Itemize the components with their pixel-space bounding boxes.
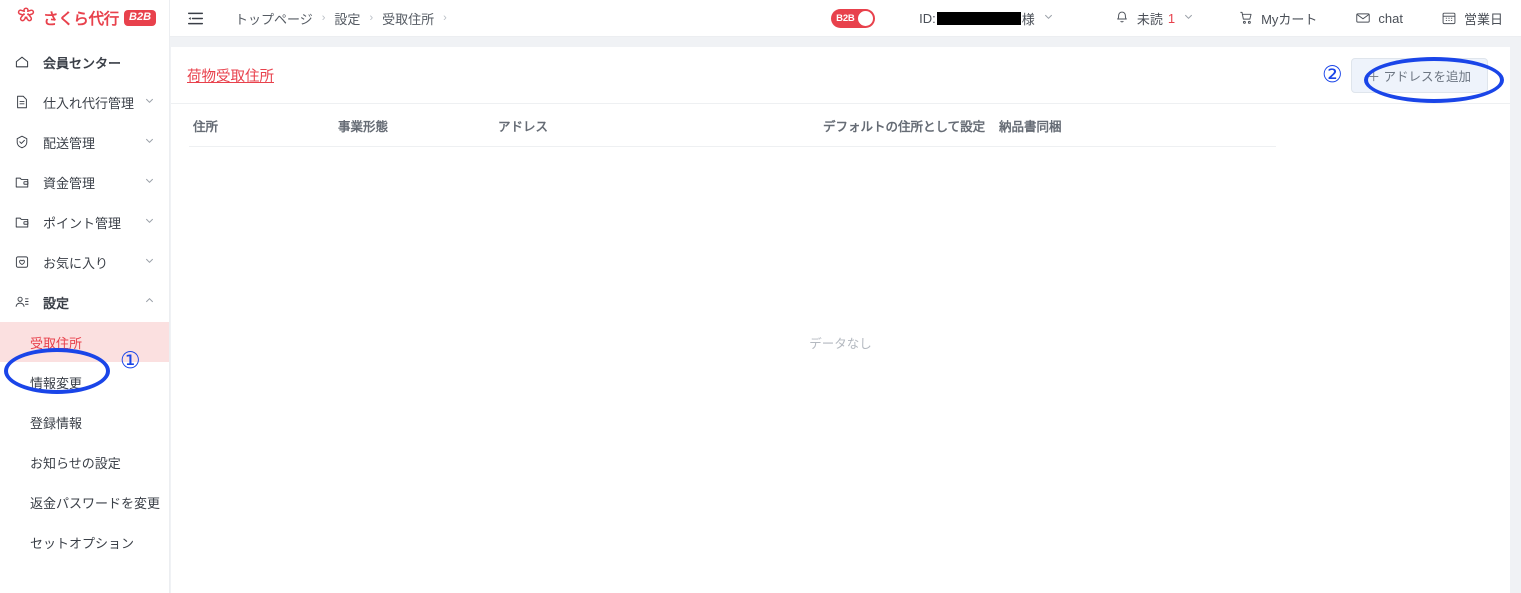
address-table: 住所 事業形態 アドレス デフォルトの住所として設定 納品書同梱 データなし xyxy=(171,104,1510,537)
b2b-toggle-label: B2B xyxy=(836,12,855,24)
chevron-up-icon xyxy=(144,295,155,309)
breadcrumb: トップページ › 設定 › 受取住所 › xyxy=(235,9,456,28)
notifications-count: 1 xyxy=(1167,10,1176,26)
sidebar-item-label: 資金管理 xyxy=(43,175,96,191)
main-content: 荷物受取住所 ＋ アドレスを追加 住所 事業形態 アドレス デフォルトの住所とし… xyxy=(170,37,1521,593)
account-honorific: 様 xyxy=(1021,11,1035,27)
page-title[interactable]: 荷物受取住所 xyxy=(187,65,274,86)
chat-label: chat xyxy=(1378,10,1403,26)
hamburger-menu-icon[interactable] xyxy=(185,8,205,28)
sidebar-item-shipping[interactable]: 配送管理 xyxy=(0,122,169,162)
breadcrumb-item-1[interactable]: 設定 xyxy=(334,9,360,28)
sidebar-item-favorites[interactable]: お気に入り xyxy=(0,242,169,282)
wallet-folder-icon xyxy=(14,174,32,190)
chevron-down-icon xyxy=(1183,11,1194,25)
sidebar-item-funds[interactable]: 資金管理 xyxy=(0,162,169,202)
chevron-down-icon xyxy=(144,215,155,229)
sidebar-item-member-center[interactable]: 会員センター xyxy=(0,42,169,82)
sidebar-subitem-label: 情報変更 xyxy=(30,375,83,391)
toggle-knob-icon xyxy=(858,10,874,26)
header-right-cluster: B2B ID: 様 未読 1 Myカート chat 営業日 xyxy=(831,0,1521,37)
brand-name: さくら代行 xyxy=(43,11,120,28)
sidebar-item-label: ポイント管理 xyxy=(43,215,122,231)
table-column-invoice-enclosed: 納品書同梱 xyxy=(999,119,1062,134)
address-card: 荷物受取住所 ＋ アドレスを追加 住所 事業形態 アドレス デフォルトの住所とし… xyxy=(171,47,1510,593)
account-menu[interactable]: ID: 様 xyxy=(919,9,1054,28)
chevron-down-icon xyxy=(144,255,155,269)
table-header-row: 住所 事業形態 アドレス デフォルトの住所として設定 納品書同梱 xyxy=(171,104,1510,146)
card-header-actions: ＋ アドレスを追加 xyxy=(1350,57,1488,93)
breadcrumb-item-0[interactable]: トップページ xyxy=(235,9,313,28)
chevron-down-icon xyxy=(144,95,155,109)
sidebar-item-settings[interactable]: 設定 xyxy=(0,282,169,322)
chevron-down-icon xyxy=(144,135,155,149)
sidebar-subitem-set-options[interactable]: セットオプション xyxy=(0,522,169,562)
table-empty-state: データなし xyxy=(171,147,1510,537)
sidebar-subitem-registration-info[interactable]: 登録情報 xyxy=(0,402,169,442)
chat-button[interactable]: chat xyxy=(1355,10,1403,26)
chevron-down-icon xyxy=(144,175,155,189)
sidebar-item-purchasing-agency[interactable]: 仕入れ代行管理 xyxy=(0,82,169,122)
account-id-redacted xyxy=(936,11,1021,25)
add-address-button[interactable]: ＋ アドレスを追加 xyxy=(1350,57,1488,93)
sidebar-subitem-label: 受取住所 xyxy=(30,335,83,351)
sakura-blossom-icon xyxy=(14,6,38,30)
sidebar-item-label: お気に入り xyxy=(43,255,109,271)
calendar-icon xyxy=(1441,10,1457,26)
breadcrumb-separator: › xyxy=(321,12,326,24)
business-day-button[interactable]: 営業日 xyxy=(1441,9,1503,28)
wallet-folder-icon xyxy=(14,214,32,230)
home-icon xyxy=(14,54,32,70)
business-day-label: 営業日 xyxy=(1463,11,1503,27)
sidebar-nav: 会員センター 仕入れ代行管理 配送管理 資金管理 ポイント管理 お気に入り 設定… xyxy=(0,37,170,593)
sidebar-subitem-label: お知らせの設定 xyxy=(30,455,121,471)
b2b-mode-toggle[interactable]: B2B xyxy=(831,8,876,28)
brand-logo-area[interactable]: さくら代行 B2B xyxy=(0,0,170,37)
my-cart-label: Myカート xyxy=(1261,11,1318,27)
table-column-email: アドレス xyxy=(498,119,549,134)
cart-icon xyxy=(1238,10,1254,26)
document-icon xyxy=(14,94,32,110)
bell-icon xyxy=(1114,10,1130,26)
table-column-business-type: 事業形態 xyxy=(338,119,389,134)
breadcrumb-separator: › xyxy=(443,12,447,24)
account-id-label: ID: xyxy=(919,10,936,26)
sidebar-item-label: 配送管理 xyxy=(43,135,96,151)
user-settings-icon xyxy=(14,294,32,310)
sidebar-subitem-label: セットオプション xyxy=(30,535,135,551)
breadcrumb-separator: › xyxy=(369,12,374,24)
sidebar-subitem-receiving-address[interactable]: 受取住所 xyxy=(0,322,169,362)
mail-icon xyxy=(1355,10,1371,26)
sidebar-item-label: 会員センター xyxy=(43,55,122,71)
my-cart-button[interactable]: Myカート xyxy=(1238,9,1317,28)
top-header-bar: さくら代行 B2B トップページ › 設定 › 受取住所 › B2B ID: 様 xyxy=(0,0,1521,37)
empty-state-text: データなし xyxy=(809,336,872,351)
table-column-address: 住所 xyxy=(193,119,219,134)
sidebar-subitem-change-refund-password[interactable]: 返金パスワードを変更 xyxy=(0,482,169,522)
sidebar-subitem-label: 登録情報 xyxy=(30,415,83,431)
shipping-badge-icon xyxy=(14,134,32,150)
sidebar-item-label: 仕入れ代行管理 xyxy=(43,95,135,111)
table-column-set-default: デフォルトの住所として設定 xyxy=(823,119,986,134)
notifications-label: 未読 xyxy=(1136,11,1163,27)
sidebar-subitem-info-change[interactable]: 情報変更 xyxy=(0,362,169,402)
favorite-box-icon xyxy=(14,254,32,270)
sidebar-subitem-label: 返金パスワードを変更 xyxy=(30,495,161,511)
sidebar-item-points[interactable]: ポイント管理 xyxy=(0,202,169,242)
notifications-menu[interactable]: 未読 1 xyxy=(1114,9,1194,28)
breadcrumb-item-2[interactable]: 受取住所 xyxy=(382,9,434,28)
sidebar-subitem-notification-settings[interactable]: お知らせの設定 xyxy=(0,442,169,482)
chevron-down-icon xyxy=(1043,11,1054,25)
card-header: 荷物受取住所 ＋ アドレスを追加 xyxy=(171,47,1510,104)
brand-b2b-badge: B2B xyxy=(124,10,157,26)
sidebar-item-label: 設定 xyxy=(43,295,70,311)
